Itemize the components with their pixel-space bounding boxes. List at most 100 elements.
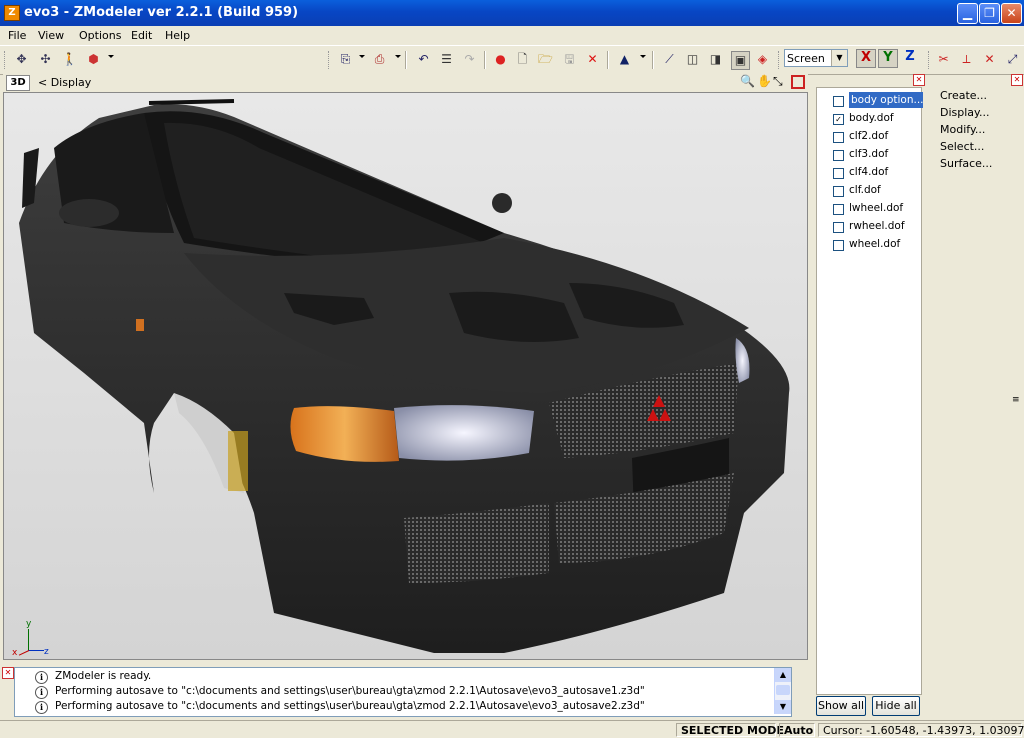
- walk-icon[interactable]: 🚶: [61, 51, 78, 68]
- log-scrollbar[interactable]: ▲ ▼: [774, 668, 791, 714]
- title-bar: Z evo3 - ZModeler ver 2.2.1 (Build 959) …: [0, 0, 1024, 26]
- object-name: wheel.dof: [849, 238, 901, 250]
- close-commands-panel-icon[interactable]: ✕: [1011, 74, 1023, 86]
- undo-icon[interactable]: ↶: [415, 51, 432, 68]
- maximize-button[interactable]: ❐: [979, 3, 1000, 24]
- viewport-breadcrumb[interactable]: < Display: [38, 76, 91, 89]
- chevron-down-icon[interactable]: [359, 55, 365, 58]
- list-item[interactable]: ✓ body.dof: [831, 110, 923, 126]
- panel-splitter-grip[interactable]: ≡: [1012, 395, 1020, 405]
- edge-mode-icon[interactable]: ◫: [684, 51, 701, 68]
- axis-move-icon[interactable]: ⟂: [958, 51, 975, 68]
- command-select[interactable]: Select...: [940, 140, 984, 153]
- save-icon[interactable]: 🖫: [561, 51, 578, 68]
- chevron-down-icon[interactable]: [640, 55, 646, 58]
- transform-icon[interactable]: ✂: [935, 51, 952, 68]
- object-mode-icon[interactable]: ▣: [731, 51, 750, 70]
- select-tool-icon[interactable]: ✥: [13, 51, 30, 68]
- list-item[interactable]: lwheel.dof: [831, 200, 923, 216]
- view-mode-value: Screen: [787, 52, 825, 65]
- visibility-checkbox[interactable]: [833, 150, 844, 161]
- chevron-down-icon[interactable]: ▼: [831, 50, 847, 66]
- close-log-panel-icon[interactable]: ✕: [2, 667, 14, 679]
- group-mode-icon[interactable]: ◈: [754, 51, 771, 68]
- list-item[interactable]: clf4.dof: [831, 164, 923, 180]
- list-item[interactable]: body option...: [831, 92, 923, 108]
- toolbar-grip[interactable]: [778, 51, 782, 69]
- visibility-checkbox[interactable]: ✓: [833, 114, 844, 125]
- commands-panel: Create... Display... Modify... Select...…: [934, 87, 1022, 695]
- list-item[interactable]: clf2.dof: [831, 128, 923, 144]
- menu-options[interactable]: Options: [79, 29, 121, 42]
- 3d-viewport[interactable]: y x z: [3, 92, 808, 660]
- object-name: clf4.dof: [849, 166, 889, 178]
- close-objects-panel-icon[interactable]: ✕: [913, 74, 925, 86]
- scroll-down-icon[interactable]: ▼: [775, 700, 791, 714]
- objects-list[interactable]: body option... ✓ body.dof clf2.dof clf3.…: [816, 87, 923, 695]
- maximize-viewport-icon[interactable]: [791, 75, 805, 89]
- pan-hand-icon[interactable]: ✋: [757, 74, 772, 88]
- cone-icon[interactable]: ▲: [616, 51, 633, 68]
- chevron-down-icon[interactable]: [108, 55, 114, 58]
- menu-view[interactable]: View: [38, 29, 64, 42]
- axis-x-toggle[interactable]: X: [856, 49, 876, 68]
- list-item[interactable]: clf.dof: [831, 182, 923, 198]
- info-icon: i: [35, 671, 48, 684]
- zmodeler-app-icon[interactable]: Z: [4, 5, 20, 21]
- visibility-checkbox[interactable]: [833, 222, 844, 233]
- chevron-down-icon[interactable]: [395, 55, 401, 58]
- redo-icon[interactable]: ↷: [461, 51, 478, 68]
- z-axis-line: [28, 650, 44, 651]
- scroll-thumb[interactable]: [776, 685, 790, 695]
- command-create[interactable]: Create...: [940, 89, 987, 102]
- command-surface[interactable]: Surface...: [940, 157, 992, 170]
- view-mode-select[interactable]: Screen ▼: [784, 49, 848, 67]
- command-modify[interactable]: Modify...: [940, 123, 985, 136]
- selection-mode-status[interactable]: SELECTED MODE: [676, 723, 784, 737]
- viewport-mode-button[interactable]: 3D: [6, 75, 30, 91]
- scroll-up-icon[interactable]: ▲: [775, 668, 791, 682]
- record-icon[interactable]: ●: [492, 51, 509, 68]
- visibility-checkbox[interactable]: [833, 132, 844, 143]
- axis-z-toggle[interactable]: Z: [900, 49, 920, 68]
- toolbar-grip[interactable]: [928, 51, 932, 69]
- vertex-mode-icon[interactable]: ⟋: [661, 51, 678, 68]
- visibility-checkbox[interactable]: [833, 168, 844, 179]
- list-item[interactable]: wheel.dof: [831, 236, 923, 252]
- list-item[interactable]: rwheel.dof: [831, 218, 923, 234]
- object-name: clf2.dof: [849, 130, 889, 142]
- visibility-checkbox[interactable]: [833, 240, 844, 251]
- import-icon[interactable]: ⎘: [337, 51, 354, 68]
- select-multi-icon[interactable]: ✣: [37, 51, 54, 68]
- y-axis-label: y: [26, 619, 32, 629]
- hide-all-button[interactable]: Hide all: [872, 696, 920, 716]
- visibility-checkbox[interactable]: [833, 204, 844, 215]
- zoom-icon[interactable]: 🔍: [740, 74, 755, 88]
- new-file-icon[interactable]: 🗋: [514, 51, 531, 68]
- export-icon[interactable]: ⎙: [371, 51, 388, 68]
- command-display[interactable]: Display...: [940, 106, 989, 119]
- object-name: clf3.dof: [849, 148, 889, 160]
- minimize-button[interactable]: ▁: [957, 3, 978, 24]
- open-folder-icon[interactable]: 🗁: [537, 51, 554, 68]
- menu-help[interactable]: Help: [165, 29, 190, 42]
- axis-y-toggle[interactable]: Y: [878, 49, 898, 68]
- close-button[interactable]: ✕: [1001, 3, 1022, 24]
- snap-mode-status[interactable]: Auto: [779, 723, 815, 737]
- menu-file[interactable]: File: [8, 29, 26, 42]
- toolbar-grip[interactable]: [4, 51, 8, 69]
- toolbar-grip[interactable]: [328, 51, 332, 69]
- visibility-checkbox[interactable]: [833, 186, 844, 197]
- history-icon[interactable]: ☰: [438, 51, 455, 68]
- select-color-icon[interactable]: ⬢: [85, 51, 102, 68]
- axis-rotate-icon[interactable]: ✕: [981, 51, 998, 68]
- visibility-checkbox[interactable]: [833, 96, 844, 107]
- menu-edit[interactable]: Edit: [131, 29, 152, 42]
- list-item[interactable]: clf3.dof: [831, 146, 923, 162]
- show-all-button[interactable]: Show all: [816, 696, 866, 716]
- delete-icon[interactable]: ✕: [584, 51, 601, 68]
- face-mode-icon[interactable]: ◨: [707, 51, 724, 68]
- log-line: ZModeler is ready.: [55, 670, 152, 682]
- zoom-extents-icon[interactable]: ⤡: [773, 74, 783, 89]
- axis-scale-icon[interactable]: ⤢: [1004, 51, 1021, 68]
